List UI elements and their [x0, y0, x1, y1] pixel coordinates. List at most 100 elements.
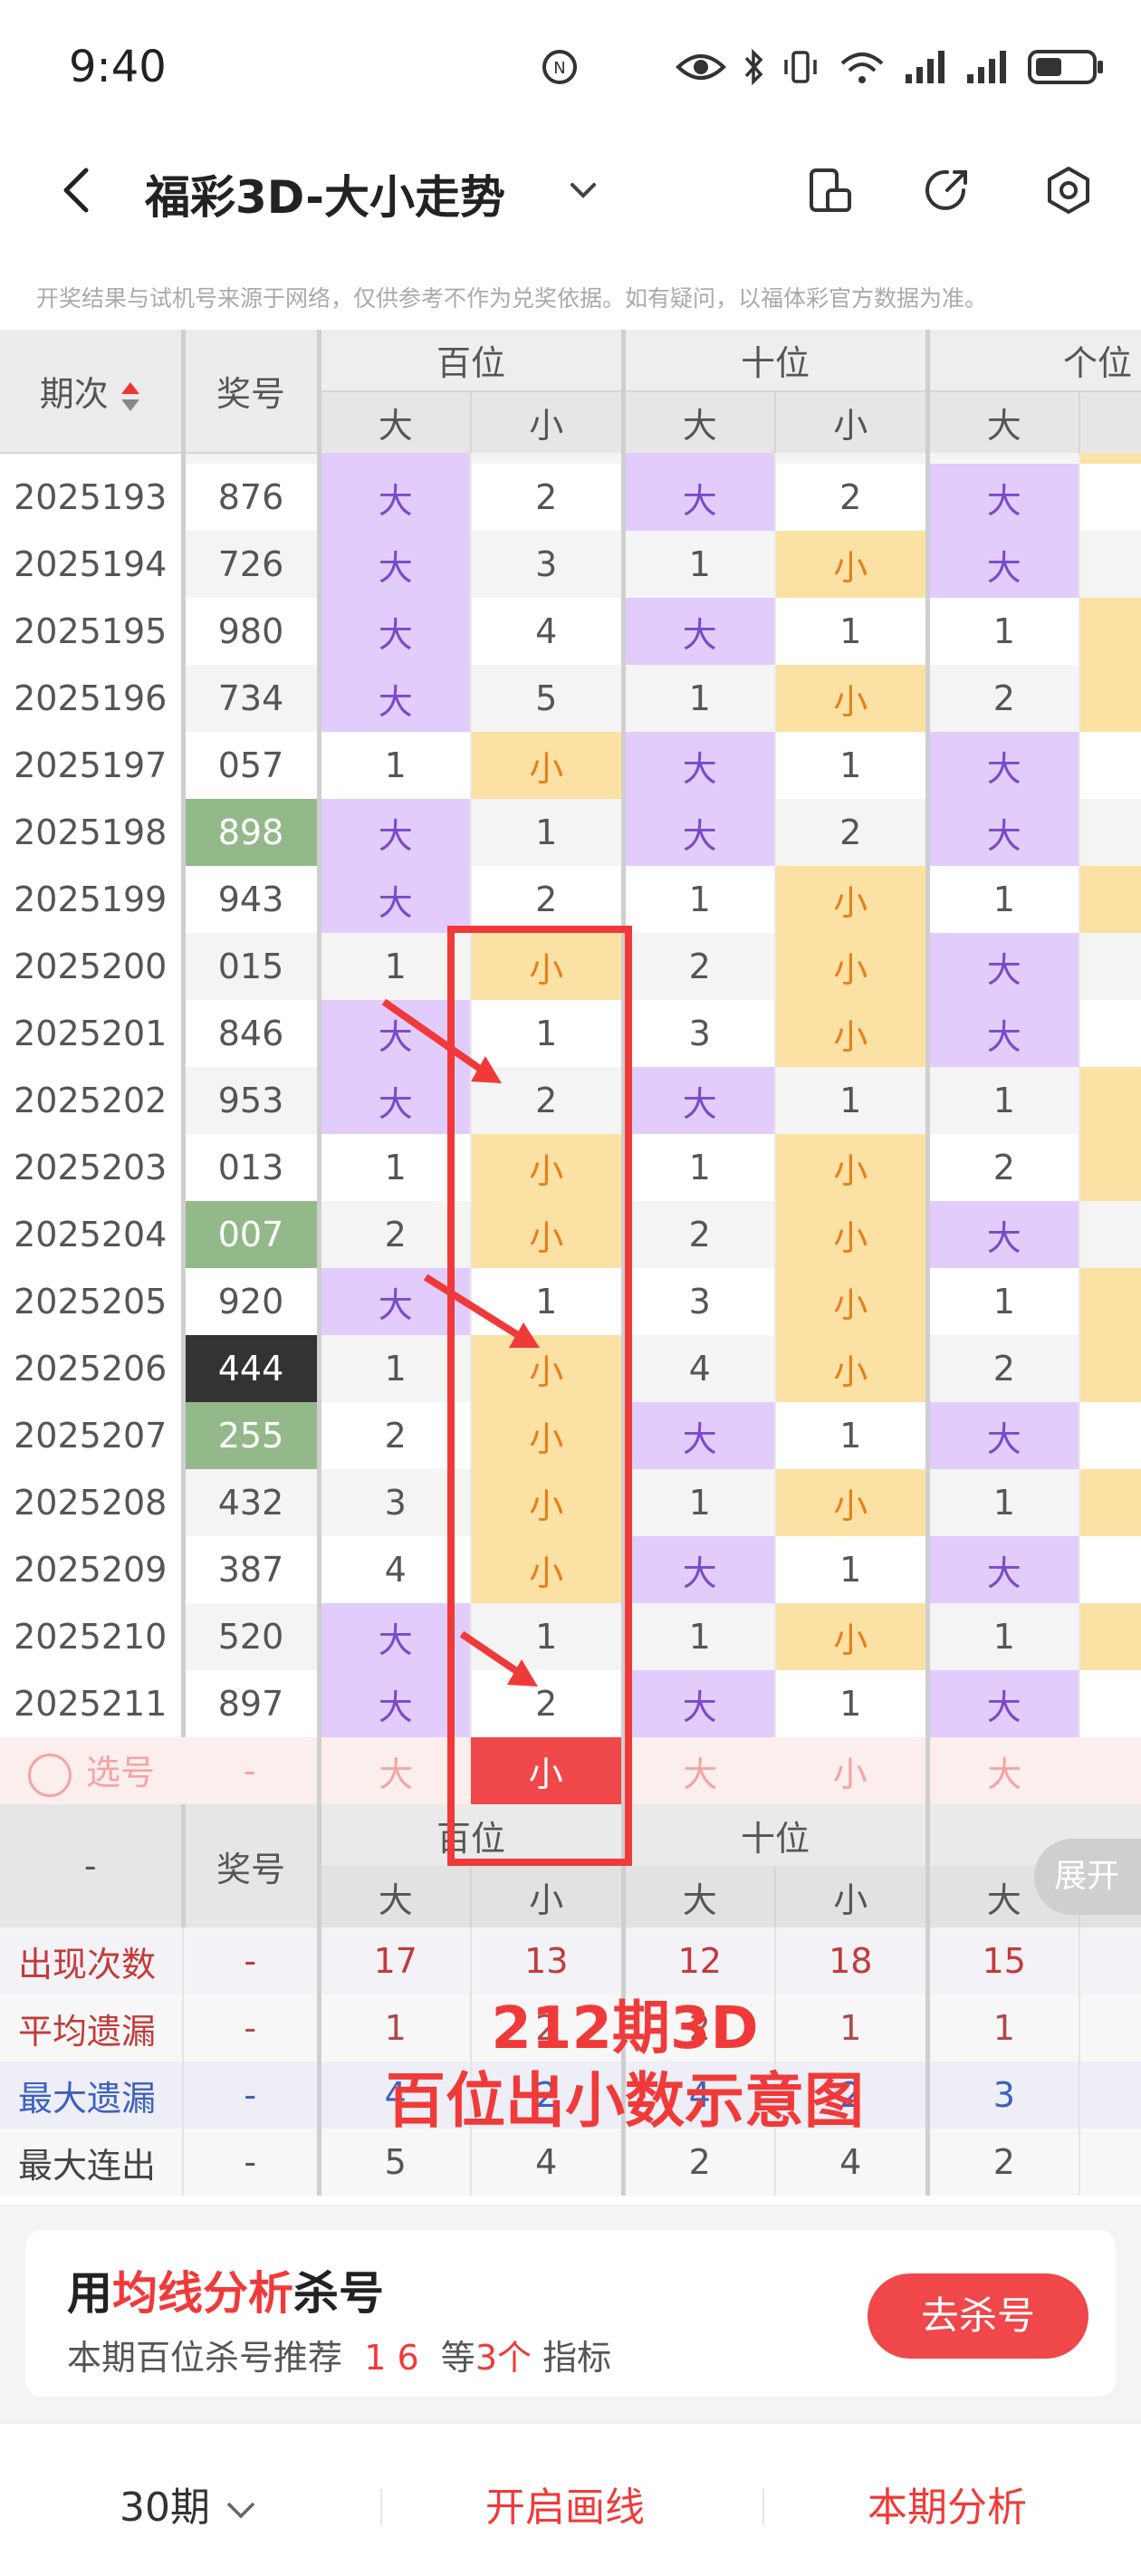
- number-cell: 013: [180, 1134, 321, 1201]
- trend-cell: 2: [925, 1335, 1080, 1402]
- trend-cell: 2: [925, 1134, 1080, 1201]
- pick-cell[interactable]: 大: [316, 1737, 471, 1804]
- draw-line-button[interactable]: 开启画线: [485, 2475, 645, 2533]
- trend-cell: 小: [469, 732, 624, 799]
- table-row[interactable]: 2025194 726 大 3 1 小大: [0, 531, 1141, 598]
- table-row[interactable]: 2025200 015 1 小 2 小大: [0, 933, 1141, 1000]
- stat-number: -: [182, 1927, 321, 1994]
- share-icon[interactable]: [920, 163, 974, 217]
- period-cell: 2025211: [14, 1684, 168, 1724]
- table-row[interactable]: 2025201 846 大 1 3 小大: [0, 1000, 1141, 1067]
- stat-value: 2: [620, 2129, 776, 2196]
- pick-cell[interactable]: 小: [471, 1737, 624, 1804]
- trend-cell: 1: [620, 1469, 776, 1536]
- status-bar: 9:40 N: [0, 0, 1141, 136]
- trend-cell: 大: [620, 1670, 776, 1737]
- period-cell: 2025194: [14, 544, 168, 584]
- trend-cell: 1: [620, 1603, 776, 1670]
- trend-cell: 大: [316, 1603, 471, 1670]
- trend-cell-clipped: [1079, 598, 1141, 665]
- trend-cell: 1: [774, 1536, 928, 1603]
- trend-cell: 1: [620, 1134, 776, 1201]
- table-row[interactable]: 2025198 898 大 1 大 2 大: [0, 799, 1141, 866]
- period-analysis-button[interactable]: 本期分析: [868, 2475, 1027, 2533]
- stat-value: 15: [925, 1927, 1080, 1994]
- table-row[interactable]: 2025202 953 大 2 大 1 1: [0, 1067, 1141, 1134]
- column-header-period[interactable]: 期次: [0, 330, 186, 454]
- pick-cell[interactable]: 大: [925, 1737, 1080, 1804]
- stat-number: -: [182, 2129, 321, 2196]
- disclaimer-text: 开奖结果与试机号来源于网络，仅供参考不作为兑奖依据。如有疑问，以福体彩官方数据为…: [36, 285, 988, 312]
- period-cell: 2025193: [14, 477, 168, 517]
- sort-icon[interactable]: [120, 379, 141, 415]
- trend-cell: 3: [620, 1268, 776, 1335]
- table-row[interactable]: 2025199 943 大 2 1 小 1: [0, 866, 1141, 933]
- annotation-text: 212期3D 百位出小数示意图: [335, 1993, 915, 2138]
- trend-cell: 2: [469, 866, 624, 933]
- bottom-bar: 30期 开启画线 本期分析: [0, 2422, 1141, 2576]
- period-select[interactable]: 30期: [120, 2475, 259, 2533]
- trend-cell: 1: [316, 933, 471, 1000]
- table-row[interactable]: 2025195 980 大 4 大 1 1: [0, 598, 1141, 665]
- page-title[interactable]: 福彩3D-大小走势: [145, 161, 505, 226]
- trend-table[interactable]: 期次 奖号 百位 十位 个位 大小大小大 2025193 876 大 2 大 2 大 2025…: [0, 330, 1141, 2205]
- period-cell: 2025204: [14, 1215, 168, 1254]
- trend-cell: 小: [469, 1335, 624, 1402]
- table-row[interactable]: 2025209 387 4 小大 1 大: [0, 1536, 1141, 1603]
- trend-cell: 3: [469, 531, 624, 598]
- trend-cell-clipped: [1079, 531, 1141, 598]
- table-row[interactable]: 2025193 876 大 2 大 2 大: [0, 464, 1141, 531]
- number-cell: 953: [180, 1067, 321, 1134]
- radio-circle-icon[interactable]: [27, 1753, 72, 1797]
- number-cell: 846: [180, 1000, 321, 1067]
- table-row[interactable]: 2025206 444 1 小 4 小 2: [0, 1335, 1141, 1402]
- kill-number-button[interactable]: 去杀号: [868, 2273, 1088, 2359]
- table-row[interactable]: 2025208 432 3 小 1 小 1: [0, 1469, 1141, 1536]
- promo-card[interactable]: 用均线分析杀号 本期百位杀号推荐 1 6 等3个 指标 去杀号: [25, 2230, 1116, 2397]
- wifi-icon: [840, 53, 884, 83]
- table-row[interactable]: 2025211 897 大 2 大 1 大: [0, 1670, 1141, 1737]
- phone-landscape-icon[interactable]: [802, 163, 857, 217]
- stat-value-clipped: [1079, 2062, 1141, 2129]
- period-cell: 2025200: [14, 947, 168, 986]
- trend-cell: 小: [774, 1268, 928, 1335]
- table-row[interactable]: 2025210 520 大 1 1 小 1: [0, 1603, 1141, 1670]
- annotation-line-2: 百位出小数示意图: [386, 2066, 864, 2136]
- trend-cell: 1: [774, 1402, 928, 1469]
- number-cell: 980: [180, 598, 321, 665]
- trend-cell: 大: [316, 1000, 471, 1067]
- pick-label[interactable]: 选号: [0, 1737, 183, 1804]
- trend-cell: 小: [774, 1201, 928, 1268]
- trend-cell-clipped: [1079, 1335, 1141, 1402]
- trend-cell: 2: [774, 799, 928, 866]
- settings-icon[interactable]: [1041, 163, 1096, 217]
- trend-cell: 大: [925, 799, 1080, 866]
- stat-label: 平均遗漏: [0, 1994, 183, 2062]
- summary-sub-header: 大: [620, 1866, 776, 1927]
- number-cell: 734: [180, 665, 321, 732]
- table-row[interactable]: 2025207 255 2 小大 1 大: [0, 1402, 1141, 1469]
- eye-icon: [676, 54, 726, 80]
- table-row[interactable]: 2025197 057 1 小大 1 大: [0, 732, 1141, 799]
- pick-row[interactable]: 选号 - 大小大小大: [0, 1737, 1141, 1804]
- status-icons: N: [540, 47, 1105, 87]
- trend-cell: 大: [925, 1201, 1080, 1268]
- pick-cell[interactable]: 小: [775, 1737, 928, 1804]
- trend-cell: 2: [620, 1201, 776, 1268]
- back-arrow-icon[interactable]: [50, 163, 104, 217]
- table-row[interactable]: 2025205 920 大 1 3 小 1: [0, 1268, 1141, 1335]
- table-row[interactable]: 2025196 734 大 5 1 小 2: [0, 665, 1141, 732]
- number-cell: 015: [180, 933, 321, 1000]
- chevron-down-icon[interactable]: [565, 172, 601, 208]
- trend-cell: 3: [316, 1469, 471, 1536]
- pick-cell[interactable]: 大: [620, 1737, 776, 1804]
- trend-cell: 大: [316, 1067, 471, 1134]
- stat-label: 出现次数: [0, 1927, 183, 1994]
- expand-button[interactable]: 展开: [1034, 1839, 1141, 1915]
- table-row[interactable]: 2025204 007 2 小 2 小大: [0, 1201, 1141, 1268]
- trend-cell: 小: [774, 1000, 928, 1067]
- trend-cell: 1: [925, 866, 1080, 933]
- trend-cell: 1: [925, 598, 1080, 665]
- trend-cell: 大: [925, 1402, 1080, 1469]
- table-row[interactable]: 2025203 013 1 小 1 小 2: [0, 1134, 1141, 1201]
